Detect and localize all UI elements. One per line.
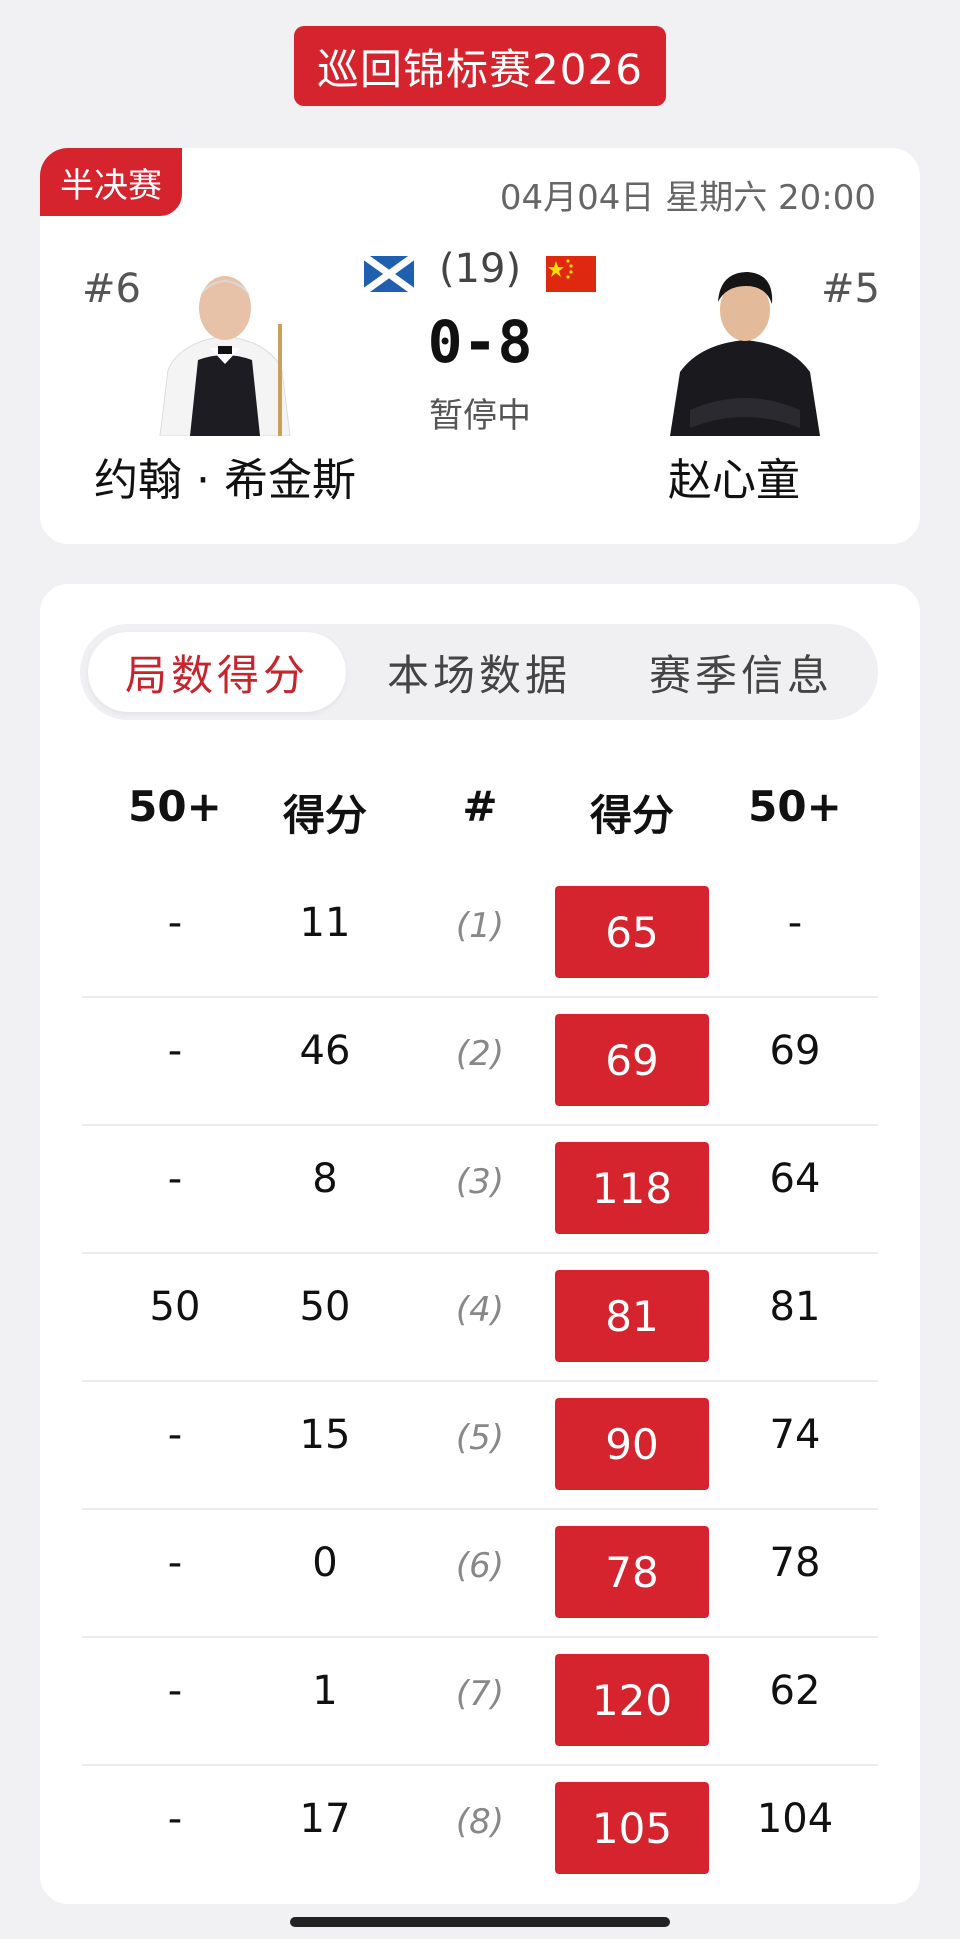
table-header: 50+ 得分 # 得分 50+ [40, 782, 920, 842]
cell-right-50plus: - [787, 900, 803, 946]
cell-right-score: 120 [555, 1654, 709, 1746]
cell-right-50plus: 78 [769, 1540, 821, 1586]
cell-left-score: 15 [299, 1412, 351, 1458]
cell-left-50plus: - [167, 1028, 183, 1074]
header-right-50plus: 50+ [748, 782, 842, 831]
cell-frame-number: (7) [455, 1674, 505, 1714]
table-row: - 15 (5) 90 74 [82, 1382, 878, 1510]
cell-right-50plus: 64 [769, 1156, 821, 1202]
cell-frame-number: (1) [455, 906, 505, 946]
cell-frame-number: (4) [455, 1290, 505, 1330]
cell-right-score: 118 [555, 1142, 709, 1234]
cell-left-50plus: - [167, 1540, 183, 1586]
cell-left-score: 0 [312, 1540, 338, 1586]
cell-frame-number: (5) [455, 1418, 505, 1458]
table-row: - 17 (8) 105 104 [82, 1766, 878, 1894]
tab-frame-scores[interactable]: 局数得分 [88, 632, 346, 712]
cell-left-score: 46 [299, 1028, 351, 1074]
cell-left-50plus: - [167, 1668, 183, 1714]
table-row: - 11 (1) 65 - [82, 870, 878, 998]
cell-right-50plus: 81 [769, 1284, 821, 1330]
header-right-score: 得分 [589, 791, 674, 840]
match-card[interactable]: 半决赛 04月04日 星期六 20:00 #6 #5 (19) 0-8 暂停中 … [40, 148, 920, 544]
cell-left-score: 50 [299, 1284, 351, 1330]
cell-left-50plus: - [167, 1796, 183, 1842]
cell-left-50plus: - [167, 1412, 183, 1458]
table-row: - 8 (3) 118 64 [82, 1126, 878, 1254]
round-badge: 半决赛 [40, 148, 182, 216]
stats-card: 局数得分 本场数据 赛季信息 50+ 得分 # 得分 50+ -11 (1) 65-… [40, 584, 920, 1904]
cell-frame-number: (8) [455, 1802, 505, 1842]
cell-left-50plus: - [167, 1156, 183, 1202]
cell-right-score: 69 [555, 1014, 709, 1106]
cell-right-score: 78 [555, 1526, 709, 1618]
left-player-name[interactable]: 约翰 · 希金斯 [94, 444, 356, 508]
table-row: - 0 (6) 78 78 [82, 1510, 878, 1638]
header-left-score: 得分 [282, 791, 367, 840]
cell-left-50plus: - [167, 900, 183, 946]
tournament-title: 巡回锦标赛2026 [294, 26, 666, 106]
header-frame-number: # [462, 782, 498, 831]
cell-right-50plus: 69 [769, 1028, 821, 1074]
cell-right-score: 105 [555, 1782, 709, 1874]
match-status: 暂停中 [429, 396, 531, 436]
cell-left-score: 11 [299, 900, 351, 946]
cell-left-score: 1 [312, 1668, 338, 1714]
table-row: 50 50 (4) 81 81 [82, 1254, 878, 1382]
cell-right-score: 65 [555, 886, 709, 978]
match-score: 0-8 [427, 308, 533, 376]
best-of-frames: (19) [438, 246, 522, 292]
table-row: - 1 (7) 120 62 [82, 1638, 878, 1766]
cell-right-score: 90 [555, 1398, 709, 1490]
cell-right-50plus: 74 [769, 1412, 821, 1458]
cell-left-50plus: 50 [149, 1284, 201, 1330]
cell-frame-number: (6) [455, 1546, 505, 1586]
cell-right-50plus: 62 [769, 1668, 821, 1714]
stats-tabs: 局数得分 本场数据 赛季信息 [80, 624, 878, 720]
cell-right-50plus: 104 [756, 1796, 834, 1842]
cell-left-score: 17 [299, 1796, 351, 1842]
right-player-name[interactable]: 赵心童 [668, 444, 800, 508]
cell-frame-number: (3) [455, 1162, 505, 1202]
cell-left-score: 8 [312, 1156, 338, 1202]
header-left-50plus: 50+ [128, 782, 222, 831]
cell-frame-number: (2) [455, 1034, 505, 1074]
cell-right-score: 81 [555, 1270, 709, 1362]
home-indicator[interactable] [290, 1917, 670, 1927]
table-row: - 46 (2) 69 69 [82, 998, 878, 1126]
tab-match-stats[interactable]: 本场数据 [350, 632, 608, 712]
tab-season-info[interactable]: 赛季信息 [612, 632, 870, 712]
match-datetime: 04月04日 星期六 20:00 [499, 178, 876, 218]
